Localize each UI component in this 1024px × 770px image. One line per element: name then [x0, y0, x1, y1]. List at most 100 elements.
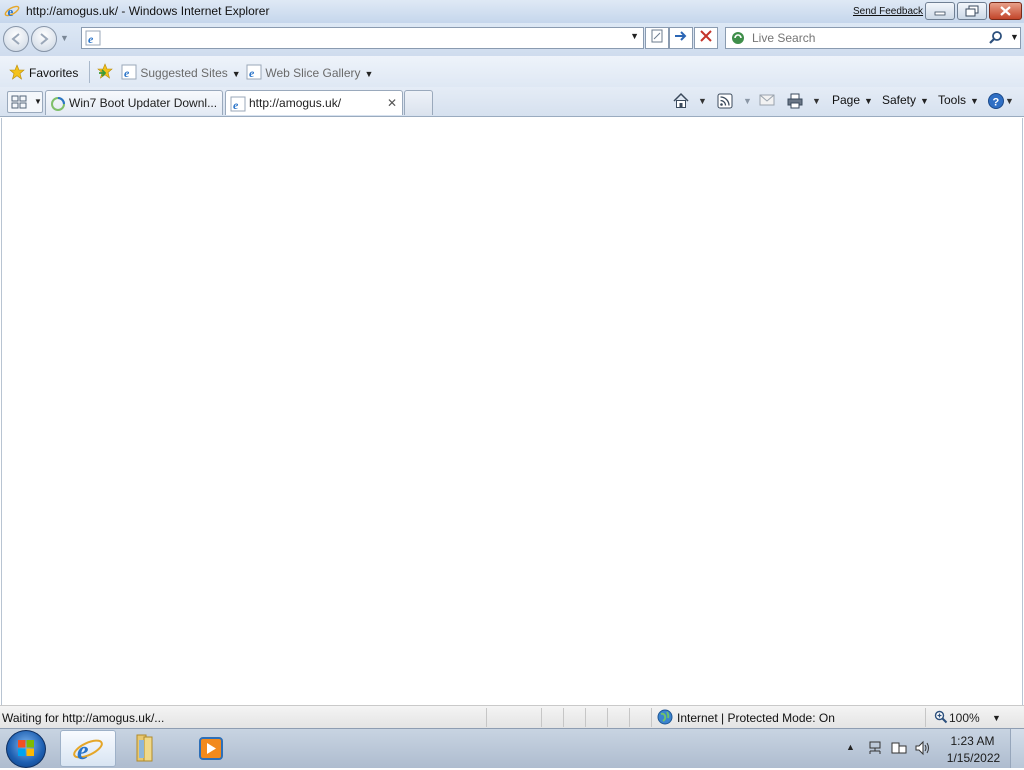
home-dropdown-icon[interactable]: ▼	[698, 96, 707, 106]
tab-win7-boot-updater[interactable]: Win7 Boot Updater Downl...	[45, 90, 223, 115]
ie-page-icon: e	[85, 30, 101, 49]
favorites-label: Favorites	[29, 66, 79, 80]
web-slice-gallery-label: Web Slice Gallery	[265, 66, 361, 80]
taskbar-media-player-button[interactable]	[183, 730, 239, 767]
zoom-icon[interactable]	[934, 710, 948, 727]
page-menu-label: Page	[832, 93, 861, 107]
tab-label: http://amogus.uk/	[249, 96, 342, 110]
tab-row: ▼ Win7 Boot Updater Downl... e http://am…	[0, 87, 1024, 117]
forward-button[interactable]	[31, 26, 57, 52]
page-menu[interactable]: Page ▼	[832, 93, 873, 107]
address-input[interactable]	[104, 30, 624, 46]
search-input[interactable]	[750, 30, 980, 46]
help-dropdown-icon[interactable]: ▼	[1005, 96, 1014, 106]
favorites-separator	[89, 61, 90, 83]
close-button[interactable]	[989, 2, 1022, 20]
quick-tabs-grid-icon	[11, 95, 27, 109]
tools-menu-label: Tools	[938, 93, 967, 107]
minimize-button[interactable]	[925, 2, 955, 20]
status-divider	[585, 708, 586, 727]
star-icon	[9, 64, 25, 80]
new-tab-button[interactable]	[404, 90, 433, 115]
safety-menu-label: Safety	[882, 93, 917, 107]
help-icon[interactable]: ?	[987, 92, 1005, 113]
status-divider	[563, 708, 564, 727]
security-zone-text[interactable]: Internet | Protected Mode: On	[677, 711, 835, 725]
quick-tabs-button[interactable]: ▼	[7, 91, 43, 113]
add-favorite-icon	[97, 63, 113, 79]
tools-menu[interactable]: Tools ▼	[938, 93, 979, 107]
safety-menu[interactable]: Safety ▼	[882, 93, 929, 107]
navigation-bar: ▼ e ▼ ▼	[0, 23, 1024, 56]
favorites-bar: Favorites e Suggested Sites ▼ e Web Slice…	[0, 56, 1024, 87]
volume-icon[interactable]	[914, 740, 932, 759]
suggested-sites-link[interactable]: e Suggested Sites ▼	[121, 64, 241, 80]
add-to-favorites-bar-button[interactable]	[96, 62, 116, 83]
mail-icon[interactable]	[759, 93, 775, 110]
back-button[interactable]	[3, 26, 29, 52]
windows-logo-icon	[18, 740, 34, 756]
chevron-down-icon: ▼	[364, 69, 374, 79]
stop-button[interactable]	[694, 27, 718, 49]
taskbar: e ▲ 1:23 AM 1/15/2022	[0, 728, 1024, 768]
chevron-down-icon: ▼	[970, 96, 979, 106]
address-bar[interactable]: e ▼	[81, 27, 644, 49]
web-slice-gallery-link[interactable]: e Web Slice Gallery ▼	[246, 64, 373, 80]
svg-text:e: e	[124, 66, 130, 80]
address-dropdown-icon[interactable]: ▼	[630, 31, 639, 41]
favorites-button[interactable]: Favorites	[9, 64, 78, 80]
show-hidden-icons-icon[interactable]: ▲	[846, 742, 855, 752]
svg-text:e: e	[249, 66, 255, 80]
ie-page-icon: e	[121, 64, 137, 80]
home-icon[interactable]	[672, 92, 690, 113]
compatibility-view-button[interactable]	[645, 27, 669, 49]
zoom-dropdown-icon[interactable]: ▼	[992, 713, 1001, 723]
feeds-dropdown-icon[interactable]: ▼	[743, 96, 752, 106]
svg-text:e: e	[88, 32, 94, 46]
page-content-area[interactable]	[1, 118, 1023, 705]
search-box[interactable]: ▼	[725, 27, 1021, 49]
window-title: http://amogus.uk/ - Windows Internet Exp…	[26, 4, 270, 18]
taskbar-windows-explorer-button[interactable]	[121, 730, 177, 767]
status-bar: Waiting for http://amogus.uk/... Interne…	[0, 705, 1024, 728]
action-center-icon[interactable]	[890, 740, 908, 759]
print-icon[interactable]	[786, 92, 804, 113]
network-icon[interactable]	[867, 740, 883, 759]
zoom-level[interactable]: 100%	[949, 711, 980, 725]
search-icon[interactable]	[988, 30, 1004, 49]
clock-time[interactable]: 1:23 AM	[945, 734, 1000, 748]
loading-icon	[50, 96, 66, 115]
chevron-down-icon: ▼	[231, 69, 241, 79]
svg-text:?: ?	[993, 97, 1000, 109]
ie-page-icon: e	[246, 64, 262, 80]
go-button[interactable]	[669, 27, 693, 49]
print-dropdown-icon[interactable]: ▼	[812, 96, 821, 106]
chevron-down-icon: ▼	[920, 96, 929, 106]
status-divider	[651, 708, 652, 727]
status-divider	[925, 708, 926, 727]
status-divider	[607, 708, 608, 727]
live-search-icon	[730, 30, 746, 49]
svg-text:e: e	[8, 4, 14, 19]
status-divider	[541, 708, 542, 727]
tab-amogus[interactable]: e http://amogus.uk/ ✕	[225, 90, 403, 115]
tab-label: Win7 Boot Updater Downl...	[69, 96, 218, 110]
status-text: Waiting for http://amogus.uk/...	[2, 711, 165, 725]
status-divider	[629, 708, 630, 727]
taskbar-internet-explorer-button[interactable]: e	[60, 730, 116, 767]
folder-library-icon	[136, 734, 153, 762]
title-bar: e http://amogus.uk/ - Windows Internet E…	[0, 0, 1024, 23]
search-options-dropdown-icon[interactable]: ▼	[1010, 32, 1019, 42]
svg-text:e: e	[233, 98, 239, 112]
clock-date[interactable]: 1/15/2022	[945, 751, 1002, 765]
restore-button[interactable]	[957, 2, 987, 20]
internet-zone-globe-icon	[657, 709, 673, 728]
start-button[interactable]	[6, 730, 46, 768]
feeds-icon[interactable]	[716, 92, 734, 113]
recent-pages-dropdown-icon[interactable]: ▼	[60, 33, 69, 43]
send-feedback-link[interactable]: Send Feedback	[853, 6, 923, 17]
tab-list-dropdown-icon[interactable]: ▼	[34, 97, 42, 106]
close-tab-icon[interactable]: ✕	[387, 96, 397, 110]
media-player-icon	[199, 737, 223, 760]
show-desktop-button[interactable]	[1010, 729, 1024, 768]
